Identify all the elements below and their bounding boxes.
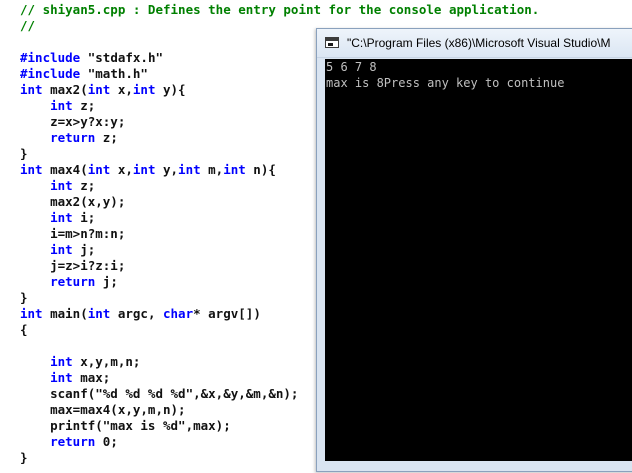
code-token: max2(x,y);: [20, 194, 126, 209]
code-token: x,: [110, 162, 133, 177]
code-token: max=max4(x,y,m,n);: [20, 402, 186, 417]
code-token: return: [50, 274, 96, 289]
code-token: int: [132, 162, 156, 177]
code-token: 0;: [95, 434, 118, 449]
console-output: 5 6 7 8 max is 8Press any key to continue: [325, 59, 632, 91]
code-token: y){: [155, 82, 186, 97]
code-token: main(: [42, 306, 88, 321]
code-token: int: [50, 178, 73, 193]
code-token: "stdafx.h": [80, 50, 164, 65]
code-token: y,: [155, 162, 179, 177]
code-token: argc,: [110, 306, 163, 321]
code-token: x,y,m,n;: [72, 354, 141, 369]
code-token: int: [87, 82, 111, 97]
code-token: int: [50, 98, 73, 113]
code-token: // shiyan5.cpp : Defines the entry point…: [20, 2, 540, 17]
code-token: //: [20, 18, 36, 33]
code-token: int: [50, 354, 73, 369]
code-token: i=m>n?m:n;: [20, 226, 126, 241]
code-token: }: [20, 146, 28, 161]
code-token: max2(: [42, 82, 88, 97]
code-token: int: [87, 162, 111, 177]
code-token: int: [223, 162, 246, 177]
code-token: n){: [245, 162, 276, 177]
code-token: return: [50, 434, 96, 449]
code-line[interactable]: // shiyan5.cpp : Defines the entry point…: [20, 2, 539, 18]
code-token: i;: [72, 210, 96, 225]
console-window-icon: [325, 37, 339, 48]
code-token: int: [20, 82, 43, 97]
code-token: printf("max is %d",max);: [20, 418, 231, 433]
console-output-area[interactable]: 5 6 7 8 max is 8Press any key to continue: [325, 59, 632, 461]
code-token: char: [163, 306, 194, 321]
code-token: max4(: [42, 162, 88, 177]
code-token: {: [20, 322, 28, 337]
code-token: z;: [72, 178, 96, 193]
code-token: int: [87, 306, 111, 321]
code-token: z;: [72, 98, 96, 113]
code-token: int: [178, 162, 201, 177]
code-token: #include: [20, 66, 81, 81]
code-token: m,: [200, 162, 224, 177]
code-token: z=x>y?x:y;: [20, 114, 126, 129]
code-token: int: [50, 210, 73, 225]
code-token: int: [20, 162, 43, 177]
code-token: #include: [20, 50, 81, 65]
console-titlebar[interactable]: "C:\Program Files (x86)\Microsoft Visual…: [317, 29, 632, 58]
code-token: return: [50, 130, 96, 145]
code-token: j;: [72, 242, 96, 257]
code-token: max;: [72, 370, 111, 385]
code-token: j=z>i?z:i;: [20, 258, 126, 273]
code-token: z;: [95, 130, 118, 145]
code-token: int: [132, 82, 156, 97]
code-token: int: [50, 370, 73, 385]
code-token: "math.h": [80, 66, 148, 81]
console-title: "C:\Program Files (x86)\Microsoft Visual…: [347, 36, 611, 50]
console-line-input: 5 6 7 8: [326, 60, 377, 74]
code-token: * argv[]): [193, 306, 261, 321]
code-token: scanf("%d %d %d %d",&x,&y,&m,&n);: [20, 386, 299, 401]
code-token: j;: [95, 274, 118, 289]
console-line-result: max is 8Press any key to continue: [326, 76, 565, 90]
code-token: int: [50, 242, 73, 257]
code-token: }: [20, 290, 28, 305]
code-token: int: [20, 306, 43, 321]
code-token: x,: [110, 82, 133, 97]
code-token: }: [20, 450, 28, 465]
console-window[interactable]: "C:\Program Files (x86)\Microsoft Visual…: [316, 28, 632, 472]
